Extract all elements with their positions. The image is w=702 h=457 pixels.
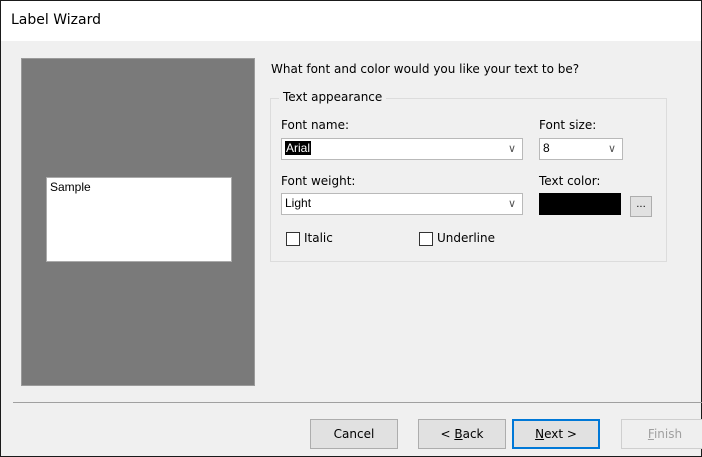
next-button[interactable]: Next > <box>512 419 600 449</box>
next-mnemonic: N <box>535 427 545 441</box>
label-wizard-window: Label Wizard Sample What font and color … <box>0 0 702 457</box>
font-name-combo[interactable]: Arial ∨ <box>281 138 523 160</box>
text-color-swatch[interactable] <box>539 193 621 215</box>
window-title: Label Wizard <box>11 12 101 28</box>
sample-preview: Sample <box>46 177 232 262</box>
font-size-combo[interactable]: 8 ∨ <box>539 138 623 160</box>
font-size-value: 8 <box>543 141 550 155</box>
wizard-question: What font and color would you like your … <box>271 62 580 76</box>
font-name-value: Arial <box>285 141 312 155</box>
color-picker-button[interactable]: ... <box>630 196 652 217</box>
next-rest: ext > <box>544 427 577 441</box>
back-prefix: < <box>440 427 455 441</box>
underline-checkbox[interactable] <box>419 232 433 246</box>
title-bar: Label Wizard <box>1 1 701 41</box>
font-name-label: Font name: <box>281 118 350 132</box>
chevron-down-icon[interactable]: ∨ <box>602 139 622 159</box>
cancel-button[interactable]: Cancel <box>310 419 398 449</box>
footer-divider <box>13 402 702 403</box>
font-weight-value: Light <box>285 196 312 210</box>
font-size-label: Font size: <box>539 118 597 132</box>
text-color-label: Text color: <box>539 174 601 188</box>
font-weight-label: Font weight: <box>281 174 356 188</box>
finish-button[interactable]: Finish <box>621 419 702 449</box>
preview-panel: Sample <box>21 58 255 386</box>
back-button[interactable]: < Back <box>418 419 506 449</box>
finish-rest: inish <box>653 427 683 441</box>
italic-label: Italic <box>304 231 333 245</box>
back-rest: ack <box>462 427 484 441</box>
chevron-down-icon[interactable]: ∨ <box>502 194 522 214</box>
italic-checkbox[interactable] <box>286 232 300 246</box>
back-mnemonic: B <box>454 427 463 441</box>
underline-label: Underline <box>437 231 495 245</box>
text-appearance-legend: Text appearance <box>279 90 387 104</box>
chevron-down-icon[interactable]: ∨ <box>502 139 522 159</box>
font-weight-combo[interactable]: Light ∨ <box>281 193 523 215</box>
